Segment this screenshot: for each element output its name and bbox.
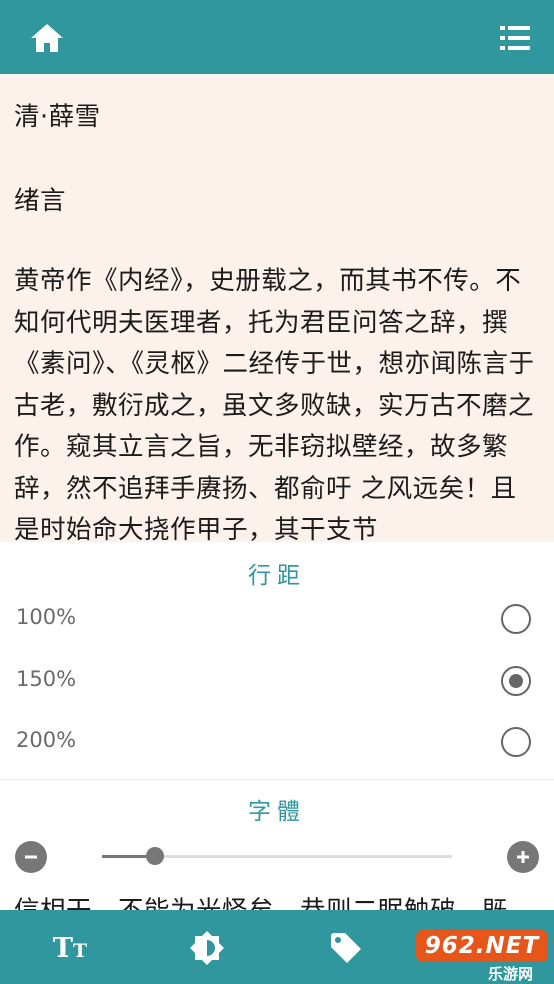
line-spacing-option-100[interactable]: 100% xyxy=(0,595,554,645)
decrease-font-button[interactable] xyxy=(15,841,47,873)
slider-thumb[interactable] xyxy=(145,847,164,865)
radio-button[interactable] xyxy=(501,727,531,757)
increase-font-button[interactable] xyxy=(507,841,539,873)
plus-icon xyxy=(517,851,529,863)
body-text: 黄帝作《内经》，史册载之，而其书不传。不知何代明夫医理者，托为君臣问答之辞，撰《… xyxy=(14,266,535,542)
watermark-sub-text: 乐游网 xyxy=(488,965,534,983)
font-size-icon: TT xyxy=(52,932,88,964)
tag-icon xyxy=(331,933,361,963)
reader-content[interactable]: 清·薛雪 绪言 黄帝作《内经》，史册载之，而其书不传。不知何代明夫医理者，托为君… xyxy=(0,74,554,542)
body-text-continued: 信相干，不能为光怪矣。恭则二眠触破，既 xyxy=(14,890,508,910)
reading-settings-panel: 行距 100% 150% 200% 字體 xyxy=(0,542,554,910)
option-label: 100% xyxy=(16,605,77,629)
radio-button[interactable] xyxy=(501,604,531,634)
line-spacing-title: 行距 xyxy=(248,563,306,589)
line-spacing-option-200[interactable]: 200% xyxy=(0,718,554,768)
reader-content-continued: 信相干，不能为光怪矣。恭则二眠触破，既 xyxy=(14,880,554,910)
minus-icon xyxy=(25,855,37,859)
line-spacing-option-150[interactable]: 150% xyxy=(0,657,554,707)
chapter-list-button[interactable] xyxy=(492,15,538,61)
top-app-bar xyxy=(0,0,554,74)
font-size-slider[interactable] xyxy=(102,847,452,865)
author-line: 清·薛雪 xyxy=(14,102,101,132)
watermark-main-text: 962.NET xyxy=(424,933,540,959)
chapter-title: 绪言 xyxy=(14,186,67,216)
radio-button-selected[interactable] xyxy=(501,666,531,696)
home-button[interactable] xyxy=(24,15,70,61)
list-menu-icon xyxy=(500,26,530,50)
divider xyxy=(0,779,554,780)
watermark-badge: 962.NET xyxy=(416,930,548,962)
home-icon xyxy=(31,24,63,52)
font-size-title: 字體 xyxy=(248,799,306,825)
radio-dot xyxy=(509,674,523,688)
font-size-button[interactable]: TT xyxy=(50,928,90,968)
brightness-button[interactable] xyxy=(187,928,227,968)
brightness-icon xyxy=(190,931,224,965)
bookmark-tag-button[interactable] xyxy=(326,928,366,968)
option-label: 200% xyxy=(16,728,77,752)
site-watermark-logo: 962.NET 乐游网 xyxy=(416,930,548,984)
option-label: 150% xyxy=(16,667,77,691)
